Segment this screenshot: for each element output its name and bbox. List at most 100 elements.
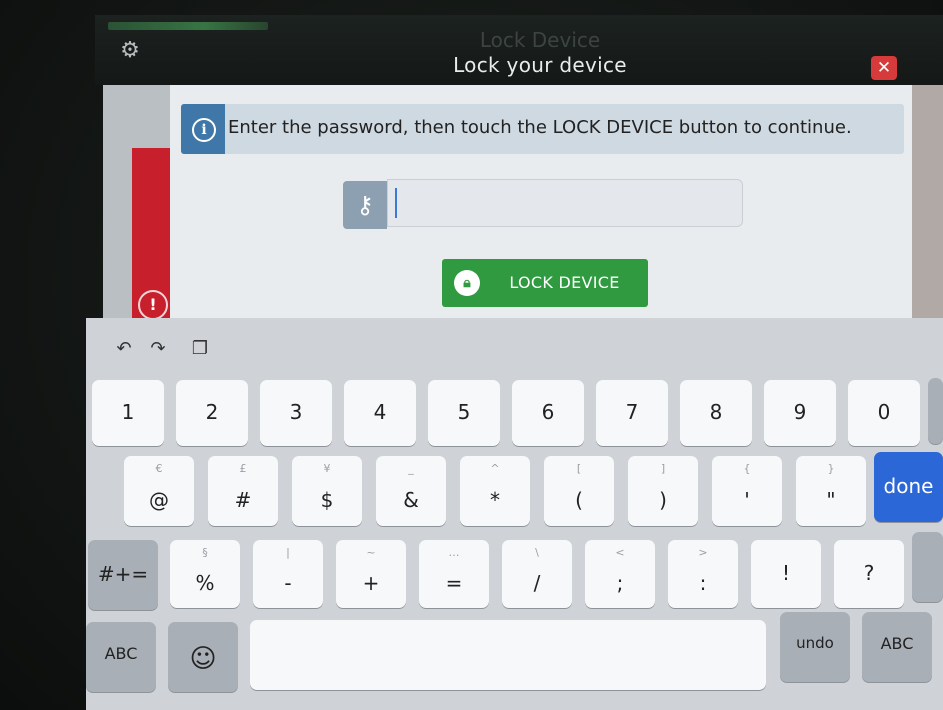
key-symbol[interactable]: §% xyxy=(170,540,240,608)
key-symbol[interactable]: ]) xyxy=(628,456,698,526)
key-symbol[interactable]: ~ + xyxy=(336,540,406,608)
undo-icon[interactable]: ↶ xyxy=(112,337,136,361)
redo-icon[interactable]: ↷ xyxy=(146,337,170,361)
key-1[interactable]: 1 xyxy=(92,380,164,446)
key-hint: ~ xyxy=(366,546,376,559)
key-label: ? xyxy=(863,561,875,585)
key-label: #+= xyxy=(97,562,149,586)
key-7[interactable]: 7 xyxy=(596,380,668,446)
key-label: = xyxy=(445,571,463,595)
key-hint: | xyxy=(286,546,290,559)
key-hint: _ xyxy=(408,462,414,475)
status-strip xyxy=(108,22,268,30)
key-shift[interactable] xyxy=(912,532,943,602)
key-symbol[interactable]: _ & xyxy=(376,456,446,526)
symbols-toggle-key[interactable]: #+= xyxy=(88,540,158,610)
key-symbol[interactable]: ¥ $ xyxy=(292,456,362,526)
emoji-key[interactable]: ☺ xyxy=(168,622,238,692)
key-hint: > xyxy=(698,546,708,559)
key-9[interactable]: 9 xyxy=(764,380,836,446)
info-message: Enter the password, then touch the LOCK … xyxy=(228,117,852,138)
key-label: * xyxy=(490,488,500,512)
background-title: Lock Device xyxy=(479,28,601,52)
done-key[interactable]: done xyxy=(874,452,943,522)
key-label: 1 xyxy=(121,400,135,424)
key-hint: } xyxy=(827,462,835,475)
key-label: % xyxy=(195,571,215,595)
close-button[interactable]: ✕ xyxy=(871,56,897,80)
key-label: ' xyxy=(744,488,750,512)
key-hint: < xyxy=(615,546,625,559)
key-label: 2 xyxy=(205,400,219,424)
key-label: 9 xyxy=(793,400,807,424)
gear-icon[interactable]: ⚙ xyxy=(118,39,142,63)
info-icon: i xyxy=(181,104,225,154)
key-hint: § xyxy=(202,546,208,559)
key-8[interactable]: 8 xyxy=(680,380,752,446)
key-label: / xyxy=(533,571,541,595)
dialog-title: Lock your device xyxy=(453,53,627,77)
key-symbol[interactable]: ? xyxy=(834,540,904,608)
password-input[interactable] xyxy=(387,179,743,227)
key-label: : xyxy=(699,571,707,595)
key-symbol[interactable]: >: xyxy=(668,540,738,608)
key-symbol[interactable]: <; xyxy=(585,540,655,608)
alert-icon: ! xyxy=(138,290,168,320)
key-hint: … xyxy=(448,546,460,559)
key-hint: { xyxy=(743,462,751,475)
key-label: ; xyxy=(616,571,624,595)
key-symbol[interactable]: [( xyxy=(544,456,614,526)
key-hint: [ xyxy=(576,462,582,475)
key-label: # xyxy=(234,488,252,512)
key-symbol[interactable]: € @ xyxy=(124,456,194,526)
right-panel xyxy=(912,85,943,330)
key-label: ! xyxy=(781,561,791,585)
lock-icon: 🔒︎ xyxy=(454,270,480,296)
key-5[interactable]: 5 xyxy=(428,380,500,446)
key-label: 0 xyxy=(877,400,891,424)
key-4[interactable]: 4 xyxy=(344,380,416,446)
key-symbol[interactable]: £ # xyxy=(208,456,278,526)
key-0[interactable]: 0 xyxy=(848,380,920,446)
key-label: ABC xyxy=(104,644,138,663)
paste-icon[interactable]: ❐ xyxy=(188,337,212,361)
key-symbol[interactable]: {' xyxy=(712,456,782,526)
key-symbol[interactable]: } " xyxy=(796,456,866,526)
key-hint: ] xyxy=(660,462,666,475)
key-3[interactable]: 3 xyxy=(260,380,332,446)
key-label: 6 xyxy=(541,400,555,424)
key-label: ) xyxy=(659,488,667,512)
key-label: undo xyxy=(796,634,834,652)
key-label: - xyxy=(284,571,292,595)
abc-key-left[interactable]: ABC xyxy=(86,622,156,692)
key-symbol[interactable]: \ / xyxy=(502,540,572,608)
key-label: 4 xyxy=(373,400,387,424)
key-label: 7 xyxy=(625,400,639,424)
space-bar[interactable] xyxy=(250,620,766,690)
key-label: 5 xyxy=(457,400,471,424)
key-hint: £ xyxy=(239,462,247,475)
key-label: done xyxy=(883,474,934,498)
key-backspace[interactable] xyxy=(928,378,943,444)
key-symbol[interactable]: ^ * xyxy=(460,456,530,526)
key-icon: ⚷ xyxy=(343,181,387,229)
key-symbol[interactable]: … = xyxy=(419,540,489,608)
key-label: $ xyxy=(320,488,334,512)
key-hint: ^ xyxy=(490,462,500,475)
key-hint: ¥ xyxy=(323,462,331,475)
key-label: ☺ xyxy=(189,644,217,674)
abc-key-right[interactable]: ABC xyxy=(862,612,932,682)
lock-device-label: LOCK DEVICE xyxy=(509,273,620,292)
key-hint: \ xyxy=(535,546,539,559)
text-caret xyxy=(395,188,397,218)
undo-key[interactable]: undo xyxy=(780,612,850,682)
key-label: " xyxy=(826,488,836,512)
key-label: @ xyxy=(149,488,169,512)
key-2[interactable]: 2 xyxy=(176,380,248,446)
key-hint: € xyxy=(155,462,163,475)
key-label: 3 xyxy=(289,400,303,424)
key-symbol[interactable]: | - xyxy=(253,540,323,608)
key-symbol[interactable]: ! xyxy=(751,540,821,608)
key-label: + xyxy=(362,571,380,595)
key-6[interactable]: 6 xyxy=(512,380,584,446)
